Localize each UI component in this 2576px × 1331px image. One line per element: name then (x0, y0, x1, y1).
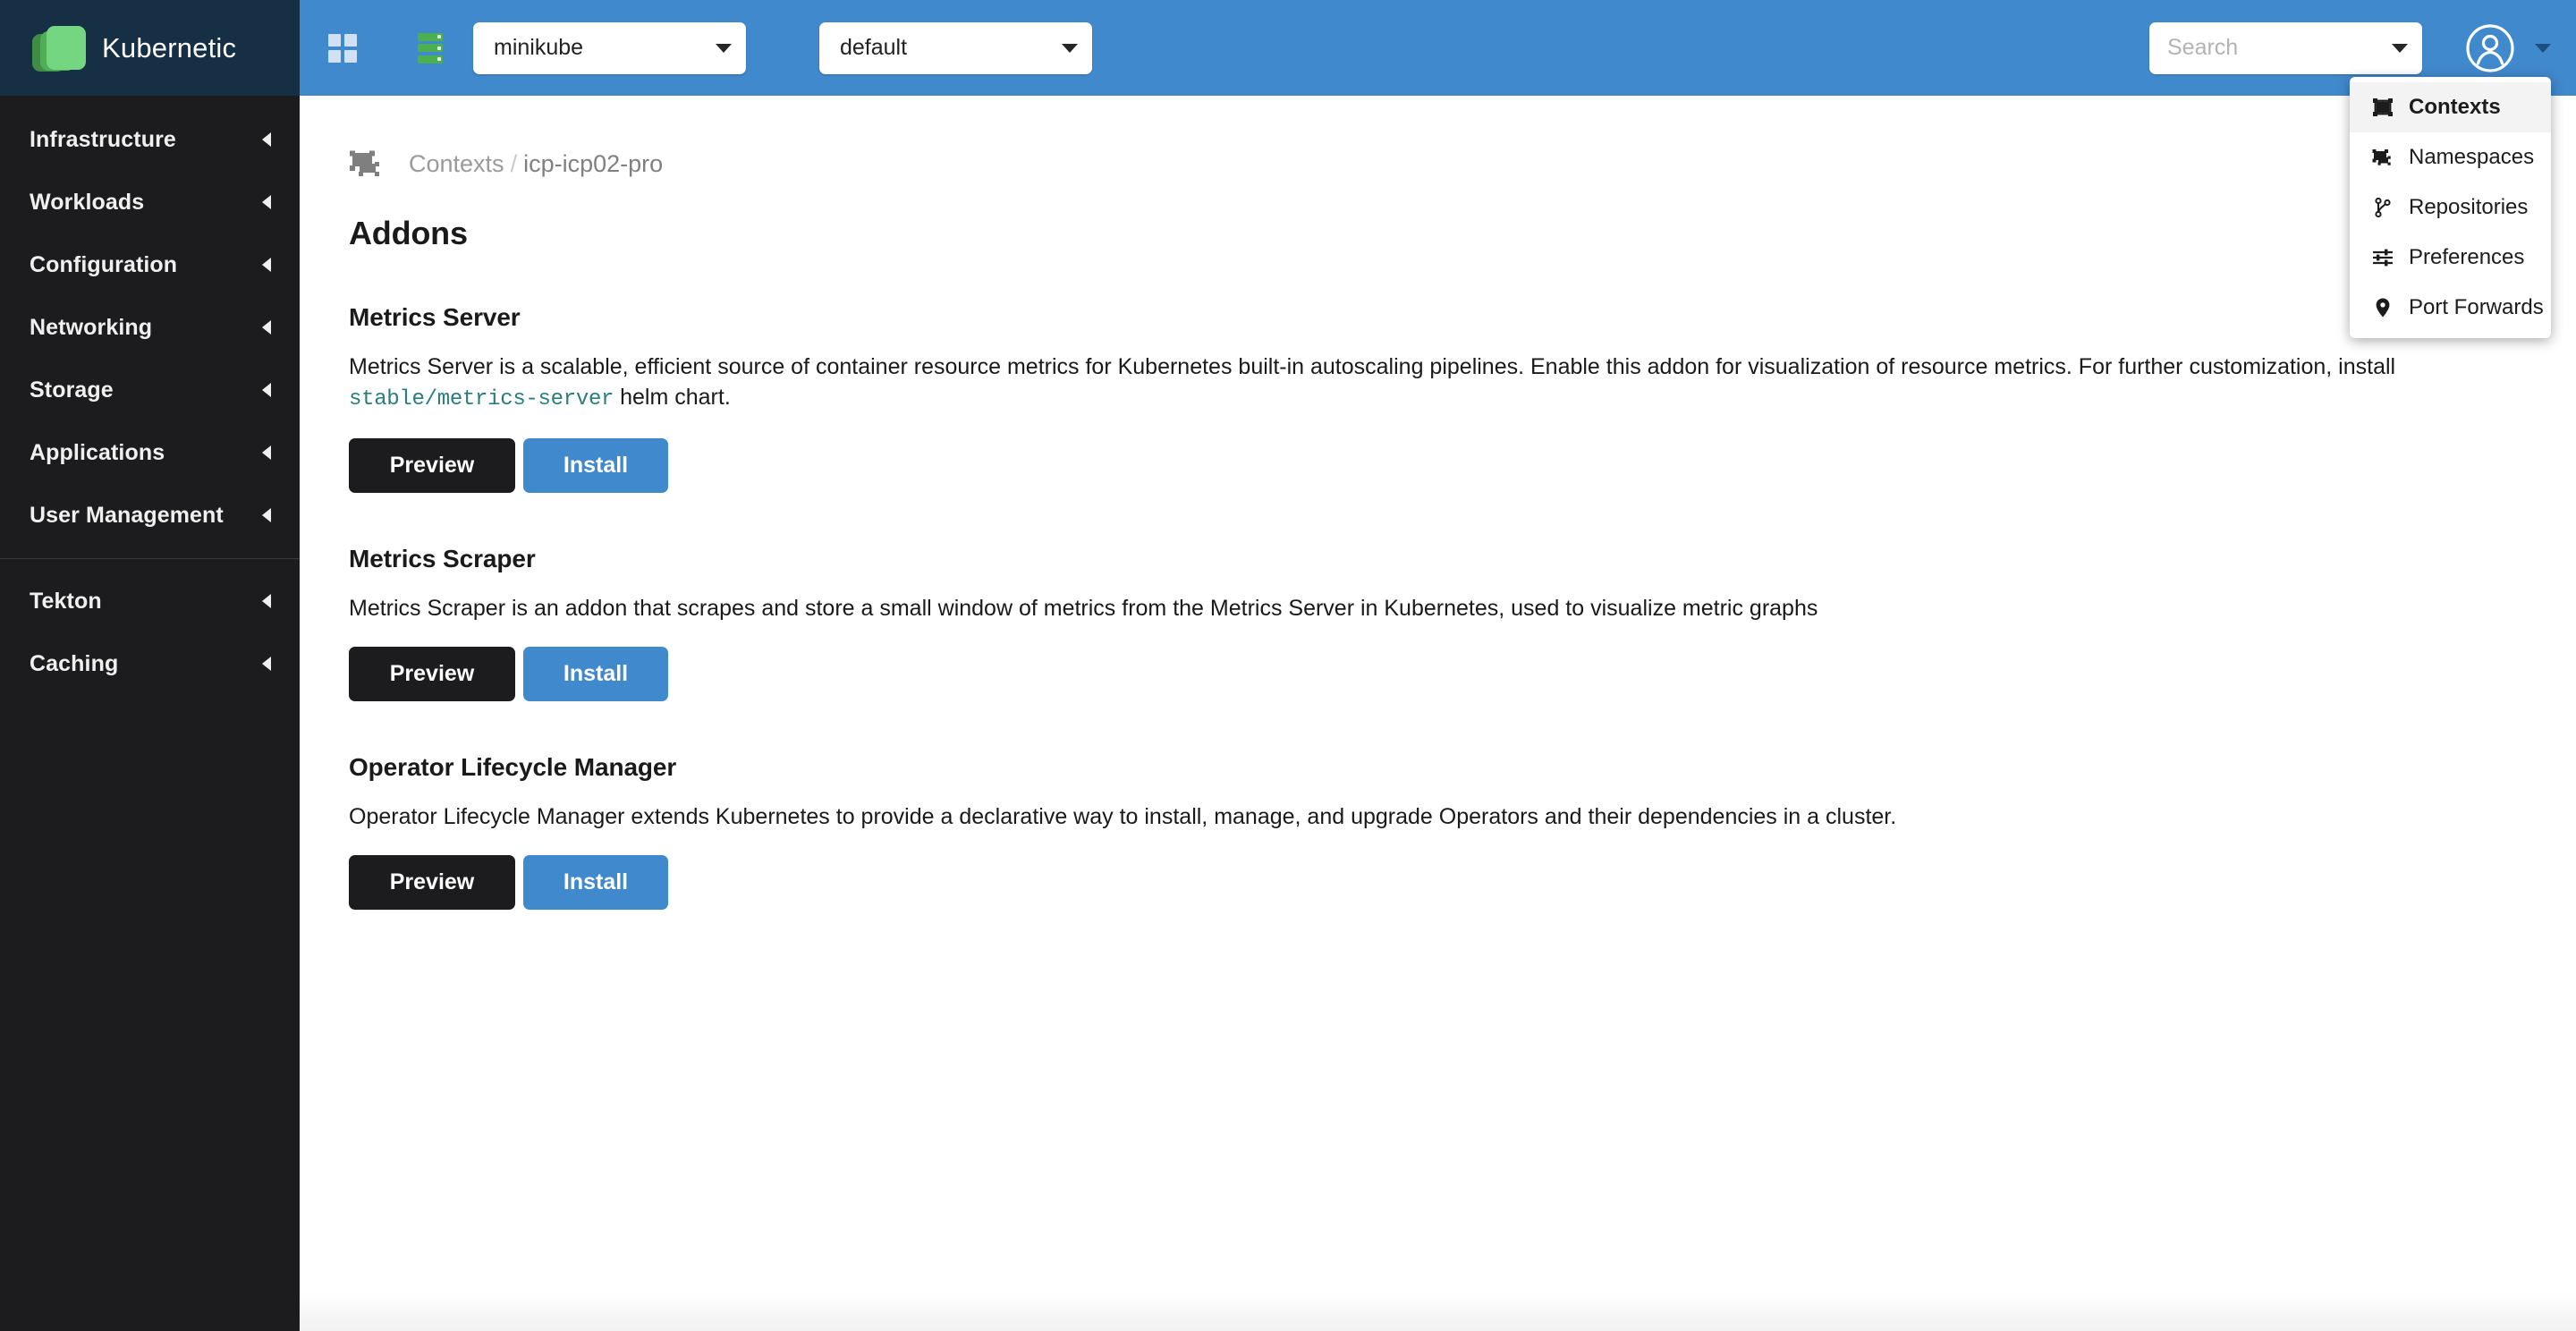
menu-item-repositories[interactable]: Repositories (2350, 182, 2551, 233)
search-input[interactable] (2167, 35, 2376, 61)
menu-item-label: Preferences (2409, 245, 2525, 269)
chevron-left-icon (262, 195, 271, 209)
server-stack-icon[interactable] (418, 32, 443, 64)
user-dropdown-menu: Contexts Namespaces Repositories Prefere… (2350, 77, 2551, 338)
sidebar-item-label: Infrastructure (30, 126, 176, 152)
context-select-value: minikube (494, 35, 584, 60)
menu-item-label: Contexts (2409, 95, 2501, 119)
addon-title: Metrics Scraper (349, 544, 536, 572)
sidebar-divider (0, 558, 300, 559)
namespace-select[interactable]: default (819, 21, 1092, 74)
search-box[interactable] (2149, 21, 2422, 74)
addon-button-row: Preview Install (349, 854, 2576, 910)
addon-metrics-scraper: Metrics Scraper Metrics Scraper is an ad… (349, 545, 2576, 701)
menu-item-port-forwards[interactable]: Port Forwards (2350, 283, 2551, 333)
sidebar-item-label: Networking (30, 314, 153, 340)
context-frame-icon (2371, 96, 2394, 119)
sidebar-item-label: Storage (30, 377, 114, 403)
sidebar-navigation: Infrastructure Workloads Configuration N… (0, 96, 300, 1331)
sidebar-item-tekton[interactable]: Tekton (0, 570, 300, 632)
brand-header: Kubernetic (0, 0, 300, 96)
addon-operator-lifecycle-manager: Operator Lifecycle Manager Operator Life… (349, 753, 2576, 910)
user-menu-chevron-down-icon[interactable] (2535, 43, 2551, 53)
chevron-down-icon (716, 43, 732, 53)
breadcrumb: Contexts / icp-icp02-pro (349, 142, 2576, 185)
top-toolbar: minikube default Search Contexts Namespa… (300, 0, 2576, 338)
addon-description-text: Metrics Server is a scalable, efficient … (349, 354, 2396, 379)
addon-title: Metrics Server (349, 303, 521, 331)
page-title: Addons (349, 215, 468, 251)
preview-button[interactable]: Preview (349, 854, 515, 910)
sidebar-item-configuration[interactable]: Configuration (0, 233, 300, 296)
location-pin-icon (2371, 296, 2394, 319)
menu-item-preferences[interactable]: Preferences (2350, 233, 2551, 283)
chevron-left-icon (262, 445, 271, 460)
kubernetic-logo-icon (32, 23, 86, 72)
addon-description: Metrics Server is a scalable, efficient … (349, 352, 2406, 415)
chevron-left-icon (262, 383, 271, 397)
breadcrumb-current: icp-icp02-pro (523, 149, 664, 177)
grid-apps-icon[interactable] (328, 33, 357, 63)
chevron-left-icon (262, 594, 271, 608)
sliders-icon (2371, 246, 2394, 269)
menu-item-contexts[interactable]: Contexts (2350, 82, 2551, 132)
addon-title: Operator Lifecycle Manager (349, 752, 677, 781)
addon-description-text-after: helm chart. (614, 385, 731, 410)
bottom-status-strip (300, 1292, 2576, 1331)
sidebar-item-label: Caching (30, 650, 119, 676)
addon-description: Metrics Scraper is an addon that scrapes… (349, 595, 1818, 621)
preview-button[interactable]: Preview (349, 437, 515, 493)
menu-item-label: Port Forwards (2409, 295, 2544, 319)
context-frame-icon (349, 148, 388, 180)
context-select[interactable]: minikube (473, 21, 746, 74)
preview-button[interactable]: Preview (349, 646, 515, 701)
addon-helm-chart-code: stable/metrics-server (349, 387, 614, 411)
chevron-left-icon (262, 657, 271, 671)
namespace-select-value: default (840, 35, 908, 60)
breadcrumb-separator: / (510, 149, 518, 177)
install-button[interactable]: Install (523, 646, 668, 701)
sidebar-item-applications[interactable]: Applications (0, 421, 300, 484)
chevron-down-icon (1062, 43, 1078, 53)
body-row: Infrastructure Workloads Configuration N… (0, 96, 2576, 1331)
sidebar-item-label: Workloads (30, 189, 145, 215)
addon-button-row: Preview Install (349, 646, 2576, 701)
toolbar-right-group (2149, 21, 2551, 74)
sidebar-item-label: User Management (30, 502, 224, 528)
application-window: Kubernetic minikube default Search Conte… (0, 0, 2576, 1331)
sidebar-item-user-management[interactable]: User Management (0, 484, 300, 547)
menu-item-label: Namespaces (2409, 145, 2535, 169)
sidebar-item-storage[interactable]: Storage (0, 359, 300, 421)
sidebar-item-workloads[interactable]: Workloads (0, 171, 300, 233)
user-avatar-icon[interactable] (2465, 23, 2515, 73)
chevron-left-icon (262, 320, 271, 335)
menu-item-namespaces[interactable]: Namespaces (2350, 132, 2551, 182)
git-branch-icon (2371, 196, 2394, 219)
brand-name: Kubernetic (102, 31, 237, 64)
addon-metrics-server: Metrics Server Metrics Server is a scala… (349, 303, 2576, 493)
sidebar-item-label: Applications (30, 439, 165, 465)
chevron-left-icon (262, 132, 271, 147)
menu-item-label: Repositories (2409, 195, 2529, 219)
addon-button-row: Preview Install (349, 437, 2576, 493)
sidebar-item-caching[interactable]: Caching (0, 632, 300, 695)
sidebar-item-label: Configuration (30, 251, 178, 277)
chevron-left-icon (262, 508, 271, 522)
top-row: Kubernetic minikube default Search Conte… (0, 0, 2576, 338)
namespaces-icon (2371, 146, 2394, 169)
sidebar-item-infrastructure[interactable]: Infrastructure (0, 108, 300, 171)
addon-description: Operator Lifecycle Manager extends Kuber… (349, 803, 1897, 829)
install-button[interactable]: Install (523, 854, 668, 910)
chevron-down-icon (2392, 43, 2408, 53)
chevron-left-icon (262, 258, 271, 272)
install-button[interactable]: Install (523, 437, 668, 493)
sidebar-item-networking[interactable]: Networking (0, 296, 300, 359)
main-content: Contexts / icp-icp02-pro Addons Metrics … (300, 96, 2576, 1331)
sidebar-item-label: Tekton (30, 588, 102, 614)
breadcrumb-root[interactable]: Contexts (409, 150, 504, 178)
